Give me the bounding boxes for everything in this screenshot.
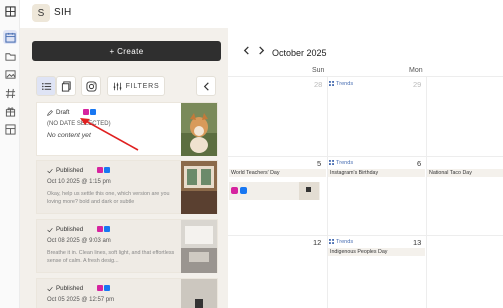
table-icon[interactable]: [3, 4, 17, 18]
check-icon: [47, 168, 53, 173]
post-card[interactable]: Published Oct 08 2025 @ 9:03 am Breathe …: [36, 219, 218, 273]
day-number[interactable]: 12: [313, 238, 321, 247]
edit-icon: [47, 109, 53, 116]
instagram-icon: [97, 285, 103, 291]
holiday-label[interactable]: World Teachers' Day: [229, 169, 326, 177]
trends-pill[interactable]: Trends: [329, 237, 353, 246]
grid-divider: [228, 76, 503, 77]
calendar-header: October 2025: [228, 42, 503, 66]
list-view-button[interactable]: [36, 76, 56, 96]
posts-panel: + Create FILTERS Draft (NO DATE SELECTED…: [20, 28, 228, 308]
grid-divider: [426, 76, 427, 308]
day-number[interactable]: 5: [317, 159, 321, 168]
gift-icon[interactable]: [3, 104, 17, 118]
grid-divider: [228, 235, 503, 236]
instagram-icon: [231, 187, 238, 194]
post-thumbnail: [181, 220, 217, 273]
post-date: Oct 08 2025 @ 9:03 am: [47, 238, 111, 244]
chevron-left-icon: [203, 81, 209, 91]
status-badge: Published: [47, 167, 83, 174]
chevron-left-icon: [243, 46, 249, 55]
post-card[interactable]: Draft (NO DATE SELECTED) No content yet: [36, 102, 218, 156]
facebook-icon: [104, 167, 110, 173]
filters-label: FILTERS: [125, 82, 160, 90]
day-number[interactable]: 28: [314, 80, 322, 89]
facebook-icon: [104, 285, 110, 291]
layout-icon[interactable]: [3, 122, 17, 136]
calendar: October 2025 Sun Mon 28 Trends 29 5 Tren…: [228, 28, 503, 308]
grid-divider: [327, 76, 328, 308]
status-badge: Published: [47, 226, 83, 233]
post-date: (NO DATE SELECTED): [47, 121, 111, 127]
network-icons: [83, 109, 96, 115]
prev-month-button[interactable]: [242, 46, 251, 58]
facebook-icon: [90, 109, 96, 115]
filters-button[interactable]: FILTERS: [107, 76, 165, 96]
copy-view-button[interactable]: [56, 76, 76, 96]
post-date: Oct 10 2025 @ 1:15 pm: [47, 179, 111, 185]
facebook-icon: [104, 226, 110, 232]
copy-icon: [61, 80, 71, 92]
network-icons: [97, 285, 110, 291]
post-content: No content yet: [47, 132, 91, 139]
holiday-label[interactable]: Instagram's Birthday: [328, 169, 425, 177]
grid-divider: [228, 156, 503, 157]
post-card[interactable]: Published Oct 05 2025 @ 12:57 pm: [36, 278, 218, 308]
calendar-icon[interactable]: [3, 30, 17, 44]
check-icon: [47, 227, 53, 232]
post-card[interactable]: Published Oct 10 2025 @ 1:15 pm Okay, he…: [36, 160, 218, 214]
check-icon: [47, 286, 53, 291]
instagram-icon: [97, 226, 103, 232]
image-icon[interactable]: [3, 67, 17, 81]
collapse-panel-button[interactable]: [196, 76, 216, 96]
top-bar: S SIH: [20, 0, 503, 28]
trends-pill[interactable]: Trends: [329, 158, 353, 167]
sliders-icon: [113, 82, 121, 90]
create-button[interactable]: + Create: [32, 41, 221, 61]
holiday-label[interactable]: Indigenous Peoples Day: [328, 248, 425, 256]
trends-pill[interactable]: Trends: [329, 79, 353, 88]
status-badge: Draft: [47, 109, 69, 116]
network-icons: [97, 226, 110, 232]
day-of-week: Mon: [409, 67, 423, 74]
post-thumbnail: [181, 161, 217, 214]
chevron-right-icon: [259, 46, 265, 55]
instagram-icon: [85, 80, 97, 92]
instagram-icon: [97, 167, 103, 173]
day-number[interactable]: 13: [413, 238, 421, 247]
event-thumbnail: [299, 182, 319, 200]
grid-icon: [329, 239, 334, 244]
list-icon: [41, 82, 51, 90]
facebook-icon: [240, 187, 247, 194]
instagram-icon: [83, 109, 89, 115]
grid-icon: [329, 81, 334, 86]
post-date: Oct 05 2025 @ 12:57 pm: [47, 297, 115, 303]
network-icons: [97, 167, 110, 173]
month-label: October 2025: [272, 48, 327, 58]
post-thumbnail: [181, 279, 217, 308]
next-month-button[interactable]: [257, 46, 266, 58]
calendar-event[interactable]: [229, 182, 320, 200]
status-badge: Published: [47, 285, 83, 292]
day-number[interactable]: 6: [417, 159, 421, 168]
day-of-week: Sun: [312, 67, 325, 74]
post-content: Breathe it in. Clean lines, soft light, …: [47, 250, 175, 264]
workspace-avatar[interactable]: S: [32, 4, 50, 22]
grid-icon: [329, 160, 334, 165]
instagram-filter-button[interactable]: [81, 76, 101, 96]
left-rail: [0, 0, 20, 308]
post-content: Okay, help us settle this one, which ver…: [47, 191, 170, 205]
post-thumbnail: [181, 103, 217, 156]
hashtag-icon[interactable]: [3, 86, 17, 100]
day-number[interactable]: 29: [413, 80, 421, 89]
workspace-name[interactable]: SIH: [54, 7, 72, 18]
holiday-label[interactable]: National Taco Day: [427, 169, 503, 177]
folder-icon[interactable]: [3, 49, 17, 63]
